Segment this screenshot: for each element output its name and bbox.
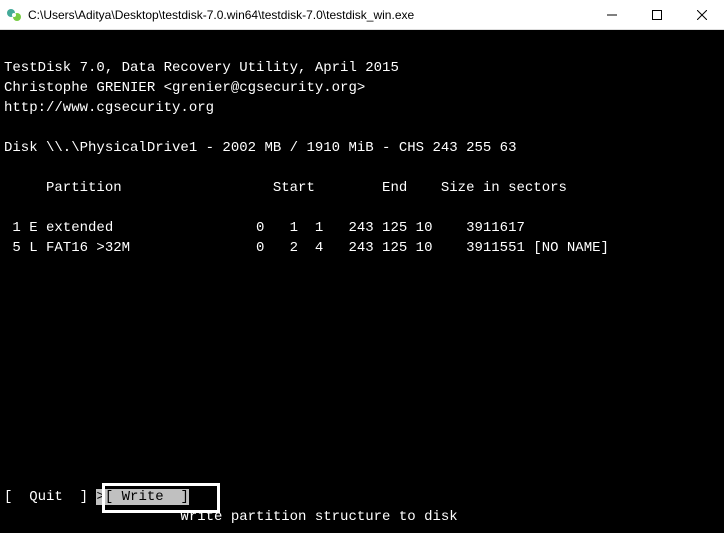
- console-area: TestDisk 7.0, Data Recovery Utility, Apr…: [0, 30, 724, 533]
- write-label: Write: [122, 489, 164, 505]
- app-icon: [6, 7, 22, 23]
- app-header-line3: http://www.cgsecurity.org: [4, 100, 214, 116]
- app-header-line1: TestDisk 7.0, Data Recovery Utility, Apr…: [4, 60, 399, 76]
- menu-hint: Write partition structure to disk: [4, 507, 458, 527]
- window-titlebar: C:\Users\Aditya\Desktop\testdisk-7.0.win…: [0, 0, 724, 30]
- write-menu-item[interactable]: >[ Write ]: [96, 489, 188, 505]
- menu-row: [ Quit ] >[ Write ]: [4, 487, 189, 507]
- app-header-line2: Christophe GRENIER <grenier@cgsecurity.o…: [4, 80, 365, 96]
- partition-row: 1 E extended 0 1 1 243 125 10 3911617: [4, 220, 525, 236]
- partition-row: 5 L FAT16 >32M 0 2 4 243 125 10 3911551 …: [4, 240, 609, 256]
- maximize-button[interactable]: [634, 0, 679, 29]
- bracket: [: [4, 489, 29, 505]
- window-controls: [589, 0, 724, 29]
- bracket: [: [105, 489, 122, 505]
- bracket: ]: [63, 489, 97, 505]
- minimize-button[interactable]: [589, 0, 634, 29]
- disk-info-line: Disk \\.\PhysicalDrive1 - 2002 MB / 1910…: [4, 140, 516, 156]
- window-title: C:\Users\Aditya\Desktop\testdisk-7.0.win…: [28, 8, 589, 22]
- quit-menu-item[interactable]: Quit: [29, 489, 63, 505]
- partition-column-header: Partition Start End Size in sectors: [4, 180, 567, 196]
- close-button[interactable]: [679, 0, 724, 29]
- bracket: ]: [164, 489, 189, 505]
- selection-marker: >: [96, 489, 104, 505]
